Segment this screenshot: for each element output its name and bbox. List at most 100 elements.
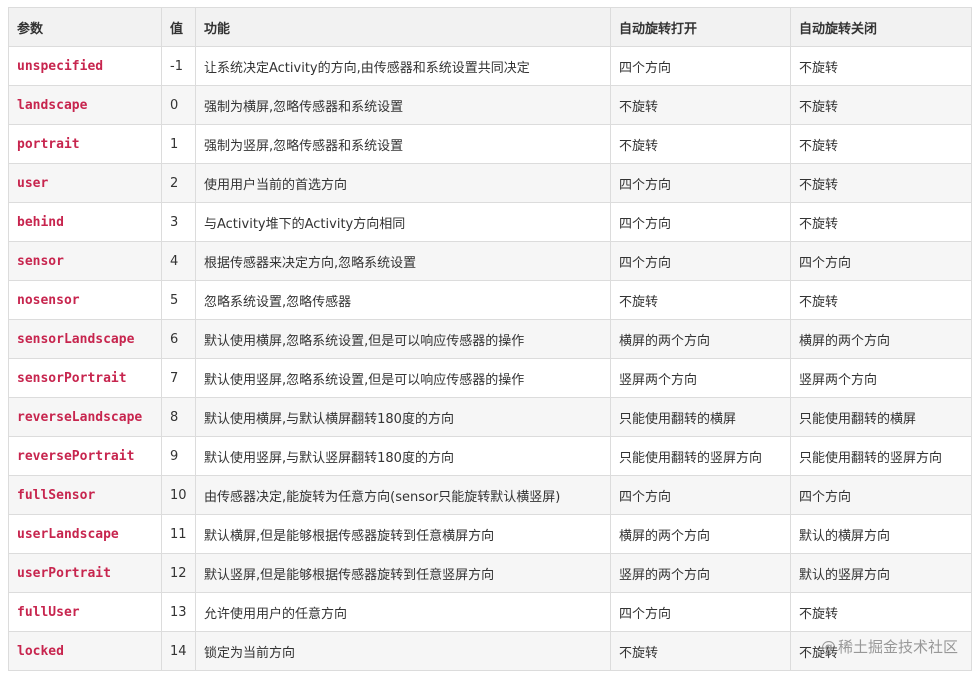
auto-rotate-on-cell: 四个方向: [610, 46, 791, 86]
orientation-table: 参数 值 功能 自动旋转打开 自动旋转关闭 unspecified -1 让系统决定…: [8, 7, 972, 671]
param-function: 默认横屏,但是能够根据传感器旋转到任意横屏方向: [195, 514, 611, 554]
auto-rotate-on-cell: 不旋转: [610, 85, 791, 125]
header-value: 值: [161, 7, 196, 47]
auto-rotate-off-cell: 不旋转: [790, 85, 972, 125]
auto-rotate-on-cell: 四个方向: [610, 163, 791, 203]
param-value: 12: [161, 553, 196, 593]
table-row: userPortrait 12 默认竖屏,但是能够根据传感器旋转到任意竖屏方向 竖屏的…: [8, 553, 972, 593]
auto-rotate-on-cell: 竖屏两个方向: [610, 358, 791, 398]
param-function: 默认使用横屏,与默认横屏翻转180度的方向: [195, 397, 611, 437]
auto-rotate-on-cell: 横屏的两个方向: [610, 319, 791, 359]
header-auto-rotate-off: 自动旋转关闭: [790, 7, 972, 47]
param-name: user: [8, 163, 162, 203]
auto-rotate-off-cell: 四个方向: [790, 475, 972, 515]
table-row: reversePortrait 9 默认使用竖屏,与默认竖屏翻转180度的方向 只能使…: [8, 436, 972, 476]
param-name: behind: [8, 202, 162, 242]
param-value: -1: [161, 46, 196, 86]
param-name: landscape: [8, 85, 162, 125]
param-name: userLandscape: [8, 514, 162, 554]
auto-rotate-off-cell: 默认的竖屏方向: [790, 553, 972, 593]
header-auto-rotate-on: 自动旋转打开: [610, 7, 791, 47]
table-row: fullSensor 10 由传感器决定,能旋转为任意方向(sensor只能旋转默认…: [8, 475, 972, 515]
auto-rotate-off-cell: 横屏的两个方向: [790, 319, 972, 359]
auto-rotate-on-cell: 四个方向: [610, 202, 791, 242]
table-row: sensorLandscape 6 默认使用横屏,忽略系统设置,但是可以响应传感器的…: [8, 319, 972, 359]
table-row: sensor 4 根据传感器来决定方向,忽略系统设置 四个方向 四个方向: [8, 241, 972, 281]
table-row: reverseLandscape 8 默认使用横屏,与默认横屏翻转180度的方向 只能…: [8, 397, 972, 437]
auto-rotate-off-cell: 不旋转: [790, 592, 972, 632]
param-value: 14: [161, 631, 196, 671]
param-name: reversePortrait: [8, 436, 162, 476]
auto-rotate-on-cell: 不旋转: [610, 280, 791, 320]
param-value: 7: [161, 358, 196, 398]
auto-rotate-on-cell: 不旋转: [610, 124, 791, 164]
table-header: 参数 值 功能 自动旋转打开 自动旋转关闭: [8, 7, 972, 47]
table-row: user 2 使用用户当前的首选方向 四个方向 不旋转: [8, 163, 972, 203]
auto-rotate-on-cell: 竖屏的两个方向: [610, 553, 791, 593]
param-value: 5: [161, 280, 196, 320]
param-name: sensorLandscape: [8, 319, 162, 359]
param-value: 2: [161, 163, 196, 203]
auto-rotate-off-cell: 不旋转: [790, 280, 972, 320]
param-function: 根据传感器来决定方向,忽略系统设置: [195, 241, 611, 281]
param-value: 10: [161, 475, 196, 515]
auto-rotate-off-cell: 四个方向: [790, 241, 972, 281]
table-row: portrait 1 强制为竖屏,忽略传感器和系统设置 不旋转 不旋转: [8, 124, 972, 164]
param-name: fullSensor: [8, 475, 162, 515]
param-name: unspecified: [8, 46, 162, 86]
header-row: 参数 值 功能 自动旋转打开 自动旋转关闭: [8, 7, 972, 47]
table-row: nosensor 5 忽略系统设置,忽略传感器 不旋转 不旋转: [8, 280, 972, 320]
param-value: 3: [161, 202, 196, 242]
param-function: 让系统决定Activity的方向,由传感器和系统设置共同决定: [195, 46, 611, 86]
table-row: locked 14 锁定为当前方向 不旋转 不旋转: [8, 631, 972, 671]
param-value: 4: [161, 241, 196, 281]
auto-rotate-off-cell: 只能使用翻转的横屏: [790, 397, 972, 437]
param-function: 默认使用竖屏,忽略系统设置,但是可以响应传感器的操作: [195, 358, 611, 398]
auto-rotate-off-cell: 默认的横屏方向: [790, 514, 972, 554]
param-function: 忽略系统设置,忽略传感器: [195, 280, 611, 320]
param-value: 1: [161, 124, 196, 164]
param-function: 锁定为当前方向: [195, 631, 611, 671]
param-function: 默认使用竖屏,与默认竖屏翻转180度的方向: [195, 436, 611, 476]
auto-rotate-off-cell: 竖屏两个方向: [790, 358, 972, 398]
param-name: sensorPortrait: [8, 358, 162, 398]
auto-rotate-off-cell: 只能使用翻转的竖屏方向: [790, 436, 972, 476]
table-body: unspecified -1 让系统决定Activity的方向,由传感器和系统设置共…: [8, 46, 972, 671]
auto-rotate-off-cell: 不旋转: [790, 163, 972, 203]
table-row: sensorPortrait 7 默认使用竖屏,忽略系统设置,但是可以响应传感器的操…: [8, 358, 972, 398]
param-function: 由传感器决定,能旋转为任意方向(sensor只能旋转默认横竖屏): [195, 475, 611, 515]
table-row: userLandscape 11 默认横屏,但是能够根据传感器旋转到任意横屏方向 横屏…: [8, 514, 972, 554]
auto-rotate-on-cell: 只能使用翻转的横屏: [610, 397, 791, 437]
param-function: 允许使用用户的任意方向: [195, 592, 611, 632]
auto-rotate-off-cell: 不旋转: [790, 631, 972, 671]
table-row: fullUser 13 允许使用用户的任意方向 四个方向 不旋转: [8, 592, 972, 632]
auto-rotate-off-cell: 不旋转: [790, 124, 972, 164]
param-name: reverseLandscape: [8, 397, 162, 437]
param-name: userPortrait: [8, 553, 162, 593]
auto-rotate-off-cell: 不旋转: [790, 202, 972, 242]
param-function: 默认竖屏,但是能够根据传感器旋转到任意竖屏方向: [195, 553, 611, 593]
param-value: 13: [161, 592, 196, 632]
param-name: nosensor: [8, 280, 162, 320]
param-value: 8: [161, 397, 196, 437]
auto-rotate-on-cell: 四个方向: [610, 592, 791, 632]
param-name: locked: [8, 631, 162, 671]
param-name: sensor: [8, 241, 162, 281]
param-function: 默认使用横屏,忽略系统设置,但是可以响应传感器的操作: [195, 319, 611, 359]
auto-rotate-on-cell: 四个方向: [610, 475, 791, 515]
param-value: 0: [161, 85, 196, 125]
param-value: 6: [161, 319, 196, 359]
auto-rotate-on-cell: 四个方向: [610, 241, 791, 281]
auto-rotate-on-cell: 横屏的两个方向: [610, 514, 791, 554]
table-row: landscape 0 强制为横屏,忽略传感器和系统设置 不旋转 不旋转: [8, 85, 972, 125]
param-name: fullUser: [8, 592, 162, 632]
param-function: 与Activity堆下的Activity方向相同: [195, 202, 611, 242]
header-param: 参数: [8, 7, 162, 47]
param-value: 11: [161, 514, 196, 554]
param-value: 9: [161, 436, 196, 476]
table-row: unspecified -1 让系统决定Activity的方向,由传感器和系统设置共…: [8, 46, 972, 86]
table-row: behind 3 与Activity堆下的Activity方向相同 四个方向 不旋转: [8, 202, 972, 242]
auto-rotate-on-cell: 不旋转: [610, 631, 791, 671]
param-function: 强制为横屏,忽略传感器和系统设置: [195, 85, 611, 125]
header-function: 功能: [195, 7, 611, 47]
